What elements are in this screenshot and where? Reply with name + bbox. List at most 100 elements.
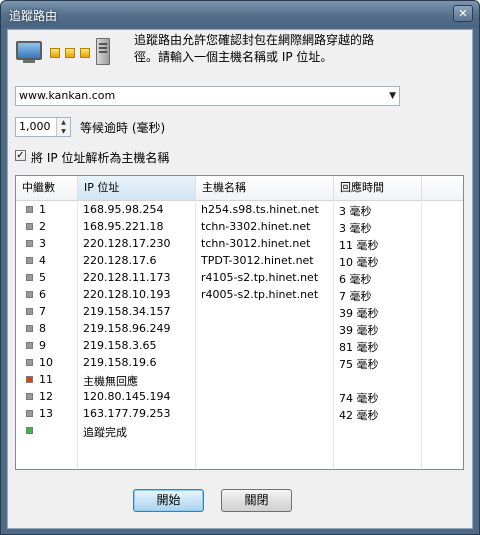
cell-ip: 219.158.3.65: [83, 339, 157, 352]
start-button[interactable]: 開始: [133, 489, 204, 512]
spin-up-icon[interactable]: ▲: [57, 118, 70, 127]
status-icon: [26, 376, 33, 383]
status-icon: [26, 308, 33, 315]
cell-ip: 主機無回應: [83, 375, 138, 388]
cell-time: 11 毫秒: [339, 239, 379, 252]
status-icon: [26, 410, 33, 417]
cell-ip: 219.158.34.157: [83, 305, 171, 318]
cell-time: 10 毫秒: [339, 256, 379, 269]
status-icon: [26, 342, 33, 349]
cell-hop: 11: [39, 373, 53, 386]
resolve-label[interactable]: 將 IP 位址解析為主機名稱: [31, 149, 169, 166]
dropdown-arrow-icon[interactable]: ▼: [389, 91, 396, 101]
table-row[interactable]: 10 219.158.19.6 75 毫秒: [16, 354, 463, 371]
table-row[interactable]: 9 219.158.3.65 81 毫秒: [16, 337, 463, 354]
cell-ip: 168.95.221.18: [83, 220, 164, 233]
table-row[interactable]: 3 220.128.17.230 tchn-3012.hinet.net 11 毫秒: [16, 235, 463, 252]
cell-host: r4005-s2.tp.hinet.net: [201, 288, 319, 301]
table-row[interactable]: 1 168.95.98.254 h254.s98.ts.hinet.net 3 毫秒: [16, 201, 463, 218]
status-icon: [26, 291, 33, 298]
cell-ip: 220.128.17.6: [83, 254, 157, 267]
list-header: 中繼數 IP 位址 主機名稱 回應時間: [16, 176, 463, 201]
close-button[interactable]: 關閉: [221, 489, 292, 512]
monitor-stand: [23, 60, 35, 63]
table-row[interactable]: 11 主機無回應: [16, 371, 463, 388]
table-row[interactable]: 8 219.158.96.249 39 毫秒: [16, 320, 463, 337]
column-header-hop[interactable]: 中繼數: [16, 176, 78, 200]
cell-ip: 220.128.10.193: [83, 288, 171, 301]
cell-time: 75 毫秒: [339, 358, 379, 371]
cell-hop: 10: [39, 356, 53, 369]
cell-hop: 2: [39, 220, 46, 233]
cell-hop: 6: [39, 288, 46, 301]
cell-host: r4105-s2.tp.hinet.net: [201, 271, 319, 284]
timeout-input[interactable]: 1,000: [19, 120, 51, 133]
cell-ip: 220.128.17.230: [83, 237, 171, 250]
status-icon: [26, 257, 33, 264]
status-icon: [26, 223, 33, 230]
cell-ip: 120.80.145.194: [83, 390, 171, 403]
table-row[interactable]: 7 219.158.34.157 39 毫秒: [16, 303, 463, 320]
spin-down-icon[interactable]: ▼: [57, 127, 70, 136]
header-illustration: [16, 38, 116, 66]
title-bar[interactable]: 追蹤路由 ✕: [1, 1, 479, 27]
status-icon: [26, 274, 33, 281]
cell-hop: 12: [39, 390, 53, 403]
monitor-icon: [16, 41, 42, 60]
table-row[interactable]: 5 220.128.11.173 r4105-s2.tp.hinet.net 6 毫秒: [16, 269, 463, 286]
status-icon: [26, 206, 33, 213]
cell-time: 39 毫秒: [339, 307, 379, 320]
cell-hop: 7: [39, 305, 46, 318]
cell-time: 3 毫秒: [339, 205, 372, 218]
cell-host: h254.s98.ts.hinet.net: [201, 203, 319, 216]
dot-icon: [80, 48, 90, 58]
cell-host: tchn-3302.hinet.net: [201, 220, 311, 233]
cell-hop: 5: [39, 271, 46, 284]
cell-ip: 168.95.98.254: [83, 203, 164, 216]
dot-icon: [65, 48, 75, 58]
server-icon: [96, 38, 110, 65]
spin-buttons[interactable]: ▲ ▼: [56, 118, 70, 136]
cell-ip: 219.158.19.6: [83, 356, 157, 369]
cell-hop: 13: [39, 407, 53, 420]
timeout-label: 等候逾時 (毫秒): [80, 121, 166, 135]
cell-hop: 9: [39, 339, 46, 352]
window-title: 追蹤路由: [9, 9, 58, 23]
status-icon: [26, 325, 33, 332]
cell-ip: 219.158.96.249: [83, 322, 171, 335]
cell-time: 3 毫秒: [339, 222, 372, 235]
status-icon: [26, 393, 33, 400]
table-row[interactable]: 13 163.177.79.253 42 毫秒: [16, 405, 463, 422]
status-icon: [26, 240, 33, 247]
status-icon: [26, 427, 33, 434]
table-row[interactable]: 4 220.128.17.6 TPDT-3012.hinet.net 10 毫秒: [16, 252, 463, 269]
timeout-spinbox[interactable]: 1,000 ▲ ▼: [15, 117, 71, 137]
host-combobox[interactable]: www.kankan.com ▼: [15, 86, 400, 106]
cell-time: 74 毫秒: [339, 392, 379, 405]
dot-icon: [50, 48, 60, 58]
cell-ip: 追蹤完成: [83, 426, 127, 439]
cell-hop: 1: [39, 203, 46, 216]
close-window-button[interactable]: ✕: [453, 5, 473, 22]
table-row[interactable]: 2 168.95.221.18 tchn-3302.hinet.net 3 毫秒: [16, 218, 463, 235]
description-text: 追蹤路由允許您確認封包在網際網路穿越的路徑。請輸入一個主機名稱或 IP 位址。: [134, 33, 375, 64]
column-header-time[interactable]: 回應時間: [334, 176, 422, 200]
host-input[interactable]: www.kankan.com: [19, 89, 115, 102]
table-row[interactable]: 6 220.128.10.193 r4005-s2.tp.hinet.net 7 毫秒: [16, 286, 463, 303]
cell-hop: 3: [39, 237, 46, 250]
cell-hop: 8: [39, 322, 46, 335]
column-header-ip[interactable]: IP 位址: [78, 176, 196, 200]
cell-time: 7 毫秒: [339, 290, 372, 303]
table-row[interactable]: 12 120.80.145.194 74 毫秒: [16, 388, 463, 405]
cell-host: tchn-3012.hinet.net: [201, 237, 311, 250]
hops-list[interactable]: 中繼數 IP 位址 主機名稱 回應時間 1 168.95.98.254 h254.s…: [15, 175, 464, 470]
cell-time: 39 毫秒: [339, 324, 379, 337]
cell-ip: 220.128.11.173: [83, 271, 171, 284]
column-header-host[interactable]: 主機名稱: [196, 176, 334, 200]
resolve-checkbox[interactable]: ✓: [15, 150, 26, 161]
cell-hop: 4: [39, 254, 46, 267]
status-icon: [26, 359, 33, 366]
table-row[interactable]: 追蹤完成: [16, 422, 463, 439]
cell-time: 81 毫秒: [339, 341, 379, 354]
cell-time: 42 毫秒: [339, 409, 379, 422]
